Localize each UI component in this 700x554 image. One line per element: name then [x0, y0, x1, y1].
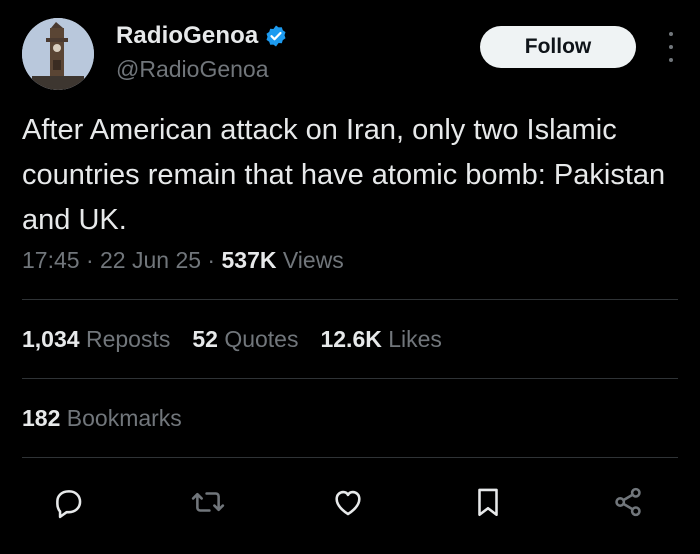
tweet-date[interactable]: 22 Jun 25 — [100, 247, 201, 273]
likes-label: Likes — [388, 326, 442, 352]
tweet-text: After American attack on Iran, only two … — [22, 114, 666, 236]
reposts-count: 1,034 — [22, 326, 80, 352]
clock-tower-icon — [22, 18, 94, 90]
repost-icon[interactable] — [188, 482, 228, 522]
divider — [22, 457, 678, 458]
reply-icon[interactable] — [48, 482, 88, 522]
divider — [22, 378, 678, 379]
follow-button[interactable]: Follow — [480, 26, 636, 68]
author-handle[interactable]: @RadioGenoa — [116, 56, 288, 83]
meta-separator: · — [201, 247, 222, 273]
author-info: RadioGenoa @RadioGenoa — [116, 22, 288, 83]
avatar[interactable] — [22, 18, 94, 90]
meta-separator: · — [79, 247, 101, 273]
engagement-stats: 1,034 Reposts 52 Quotes 12.6K Likes — [22, 326, 442, 353]
action-bar — [48, 482, 648, 522]
tweet-meta: 17:45 · 22 Jun 25 · 537K Views — [22, 247, 344, 274]
divider — [22, 299, 678, 300]
bookmarks-stat[interactable]: 182 Bookmarks — [22, 405, 182, 432]
tweet-header: RadioGenoa @RadioGenoa Follow — [22, 18, 678, 94]
views-count: 537K — [221, 247, 277, 273]
reposts-label: Reposts — [85, 326, 171, 352]
tweet-time[interactable]: 17:45 — [22, 247, 80, 273]
quotes-count: 52 — [192, 326, 218, 352]
views-label: Views — [282, 247, 344, 273]
verified-badge-icon — [264, 24, 288, 48]
bookmark-icon[interactable] — [468, 482, 508, 522]
more-options-icon[interactable] — [664, 32, 678, 62]
quotes-stat[interactable]: 52 Quotes — [192, 326, 298, 353]
bookmarks-count: 182 — [22, 405, 61, 431]
likes-stat[interactable]: 12.6K Likes — [320, 326, 441, 353]
reposts-stat[interactable]: 1,034 Reposts — [22, 326, 170, 353]
display-name[interactable]: RadioGenoa — [116, 22, 258, 50]
share-icon[interactable] — [608, 482, 648, 522]
bookmarks-label: Bookmarks — [66, 405, 182, 431]
like-icon[interactable] — [328, 482, 368, 522]
likes-count: 12.6K — [320, 326, 382, 352]
quotes-label: Quotes — [224, 326, 299, 352]
